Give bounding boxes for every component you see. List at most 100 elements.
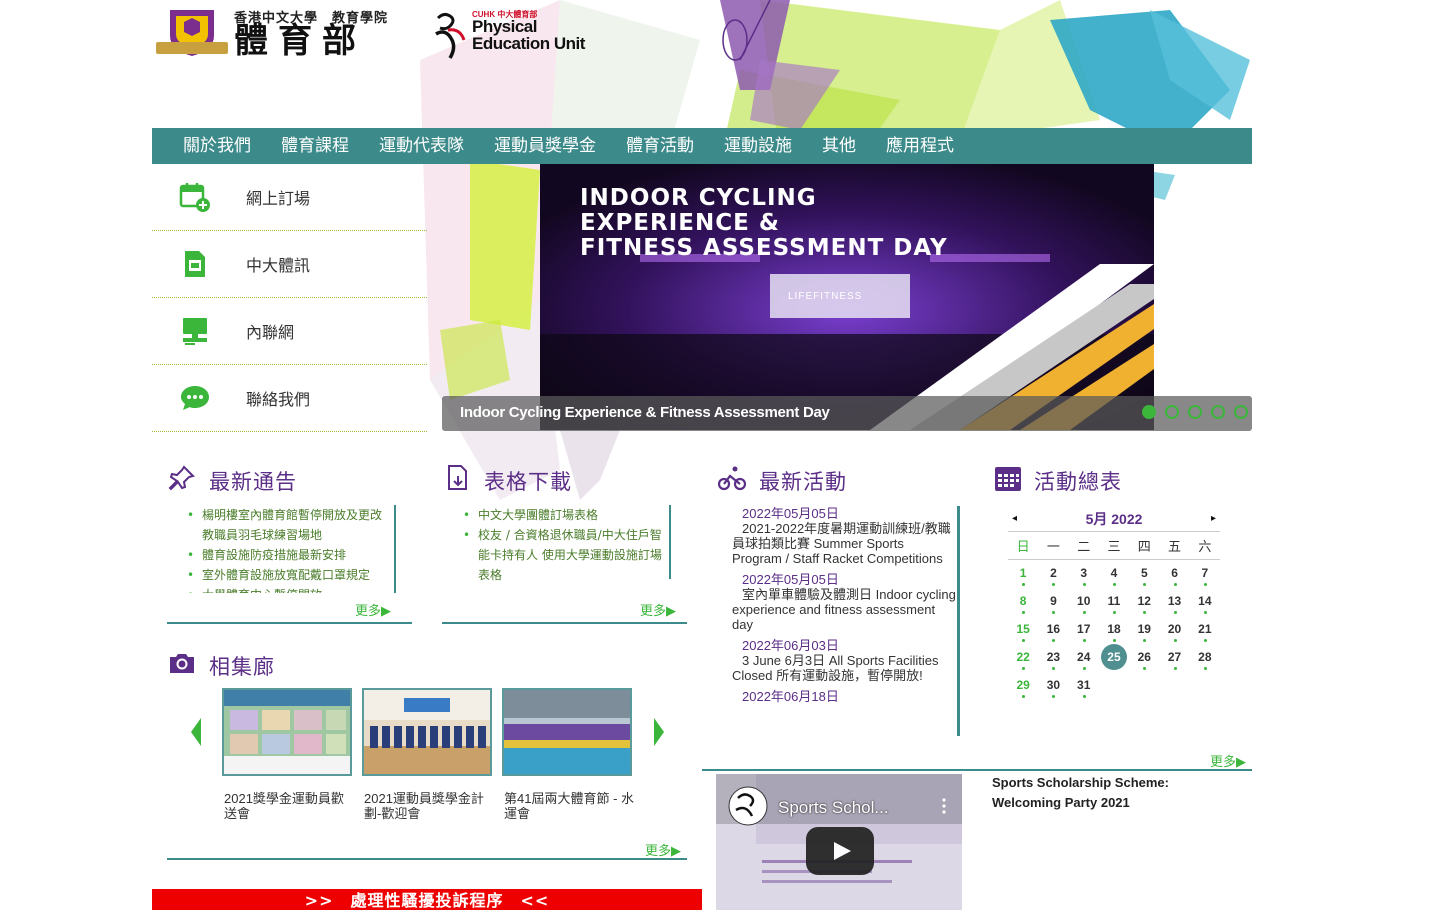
- form-item[interactable]: 中文大學團體訂場表格: [460, 505, 669, 525]
- pin-icon: [168, 465, 195, 491]
- calendar-day[interactable]: 27: [1159, 644, 1189, 672]
- gallery-thumb-3[interactable]: [502, 688, 632, 776]
- calendar-day[interactable]: 29: [1008, 672, 1038, 700]
- calendar-day[interactable]: 23: [1038, 644, 1068, 672]
- calendar-day[interactable]: 10: [1069, 588, 1099, 616]
- calendar-prev-button[interactable]: ◂: [1008, 513, 1021, 524]
- gallery-caption[interactable]: 第41屆兩大體育節 - 水運會: [504, 791, 634, 821]
- gallery-next-arrow-icon[interactable]: [654, 718, 664, 746]
- hero-banner[interactable]: INDOOR CYCLING EXPERIENCE & FITNESS ASSE…: [540, 164, 1154, 430]
- event-title: 3 June 6月3日 All Sports Facilities Closed…: [732, 653, 939, 683]
- calendar-day[interactable]: 25: [1099, 644, 1129, 672]
- quick-link-cuhk-sports-news[interactable]: 中大體訊: [152, 231, 427, 298]
- unit-name-chinese[interactable]: 體育部: [234, 22, 366, 60]
- news-item[interactable]: 室外體育設施放寬配戴口罩規定: [184, 565, 388, 585]
- news-item[interactable]: 體育設施防疫措施最新安排: [184, 545, 388, 565]
- calendar-day[interactable]: 1: [1008, 560, 1038, 588]
- calendar-day[interactable]: 9: [1038, 588, 1068, 616]
- event-date: 2022年05月05日: [742, 572, 839, 587]
- calendar-day[interactable]: 14: [1190, 588, 1220, 616]
- slide-dot-4[interactable]: [1211, 405, 1225, 419]
- calendar-day[interactable]: 30: [1038, 672, 1068, 700]
- calendar-day[interactable]: 15: [1008, 616, 1038, 644]
- gallery-title: 相集廊: [209, 655, 275, 679]
- calendar-day[interactable]: 4: [1099, 560, 1129, 588]
- calendar-header: ◂ 5月 2022 ▸: [1008, 506, 1220, 532]
- calendar-day[interactable]: 17: [1069, 616, 1099, 644]
- news-item[interactable]: 楊明樓室內體育館暫停開放及更改教職員羽毛球練習場地: [184, 505, 388, 545]
- news-item[interactable]: 大學體育中心暫停開放: [184, 585, 388, 593]
- calendar-day[interactable]: 8: [1008, 588, 1038, 616]
- calendar-day[interactable]: 11: [1099, 588, 1129, 616]
- gallery-prev-arrow-icon[interactable]: [191, 718, 201, 746]
- document-icon: [185, 251, 205, 277]
- nav-pe-courses[interactable]: 體育課程: [266, 128, 364, 164]
- quick-link-contact-us[interactable]: 聯絡我們: [152, 365, 427, 432]
- calendar-day[interactable]: 2: [1038, 560, 1068, 588]
- news-divider: [167, 622, 412, 624]
- quick-link-online-booking[interactable]: 網上訂場: [152, 164, 427, 231]
- cycling-icon: [718, 466, 746, 491]
- pe-unit-logo-line2: Education Unit: [472, 34, 585, 53]
- calendar-day[interactable]: 3: [1069, 560, 1099, 588]
- gallery-caption[interactable]: 2021獎學金運動員歡送會: [224, 791, 354, 821]
- slide-dot-1[interactable]: [1142, 405, 1156, 419]
- channel-avatar-icon[interactable]: [728, 786, 768, 826]
- banner-caption-bar: Indoor Cycling Experience & Fitness Asse…: [442, 396, 1252, 431]
- calendar-day[interactable]: 7: [1190, 560, 1220, 588]
- gallery-more-link[interactable]: 更多▶: [645, 840, 681, 859]
- forms-more-link[interactable]: 更多▶: [640, 600, 676, 619]
- nav-activities[interactable]: 體育活動: [611, 128, 709, 164]
- event-item[interactable]: 2022年06月03日 3 June 6月3日 All Sports Facil…: [732, 638, 957, 683]
- calendar-day[interactable]: 13: [1159, 588, 1189, 616]
- calendar-day[interactable]: 16: [1038, 616, 1068, 644]
- form-item[interactable]: 校友 / 合資格退休職員/中大住戶智能卡持有人 使用大學運動設施訂場表格: [460, 525, 669, 585]
- calendar-day[interactable]: 12: [1129, 588, 1159, 616]
- gallery-thumb-1[interactable]: [222, 688, 352, 776]
- pe-unit-logo-text[interactable]: Physical Education Unit: [472, 18, 585, 52]
- gallery-divider: [167, 858, 687, 860]
- calendar-next-button[interactable]: ▸: [1207, 513, 1220, 524]
- calendar-day[interactable]: 22: [1008, 644, 1038, 672]
- calendar-day[interactable]: 24: [1069, 644, 1099, 672]
- harassment-complaint-link[interactable]: >> 處理性騷擾投訴程序 <<: [152, 889, 702, 910]
- slide-dot-3[interactable]: [1188, 405, 1202, 419]
- event-item[interactable]: 2022年05月05日 2021-2022年度暑期運動訓練班/教職員球拍類比賽 …: [732, 506, 957, 566]
- calendar-day[interactable]: 28: [1190, 644, 1220, 672]
- calendar-day[interactable]: 5: [1129, 560, 1159, 588]
- play-button-icon[interactable]: [806, 827, 874, 875]
- weekday-label: 日: [1016, 539, 1030, 554]
- video-player[interactable]: Sports Schol...: [716, 774, 962, 910]
- nav-athlete-scholarship[interactable]: 運動員獎學金: [479, 128, 611, 164]
- nav-about[interactable]: 關於我們: [168, 128, 266, 164]
- event-item[interactable]: 2022年05月05日 室內單車體驗及體測日 Indoor cycling ex…: [732, 572, 957, 632]
- pe-unit-logo-icon[interactable]: [428, 10, 472, 60]
- nav-sports-teams[interactable]: 運動代表隊: [364, 128, 479, 164]
- weekday-label: 三: [1107, 539, 1121, 554]
- calendar-day[interactable]: 21: [1190, 616, 1220, 644]
- news-more-link[interactable]: 更多▶: [355, 600, 391, 619]
- video-overlay-title[interactable]: Sports Schol...: [778, 798, 889, 818]
- calendar-day[interactable]: 6: [1159, 560, 1189, 588]
- calendar-day[interactable]: 20: [1159, 616, 1189, 644]
- calendar-day[interactable]: 26: [1129, 644, 1159, 672]
- gallery-photo: [364, 690, 490, 774]
- weekday-label: 四: [1137, 539, 1151, 554]
- calendar-day[interactable]: 19: [1129, 616, 1159, 644]
- gallery-caption[interactable]: 2021運動員獎學金計劃-歡迎會: [364, 791, 494, 821]
- nav-apps[interactable]: 應用程式: [871, 128, 969, 164]
- gallery-thumb-2[interactable]: [362, 688, 492, 776]
- slide-dot-5[interactable]: [1234, 405, 1248, 419]
- nav-facilities[interactable]: 運動設施: [709, 128, 807, 164]
- calendar-day[interactable]: 18: [1099, 616, 1129, 644]
- nav-others[interactable]: 其他: [807, 128, 871, 164]
- weekday-label: 六: [1198, 539, 1212, 554]
- events-more-link[interactable]: 更多▶: [1210, 751, 1246, 770]
- calendar-day[interactable]: 31: [1069, 672, 1099, 700]
- slide-dot-2[interactable]: [1165, 405, 1179, 419]
- form-download-icon: [448, 465, 467, 490]
- main-nav: 關於我們 體育課程 運動代表隊 運動員獎學金 體育活動 運動設施 其他 應用程式: [152, 128, 1252, 164]
- banner-title: INDOOR CYCLING EXPERIENCE & FITNESS ASSE…: [580, 186, 948, 261]
- quick-link-intranet[interactable]: 內聯網: [152, 298, 427, 365]
- event-item[interactable]: 2022年06月18日: [732, 689, 957, 704]
